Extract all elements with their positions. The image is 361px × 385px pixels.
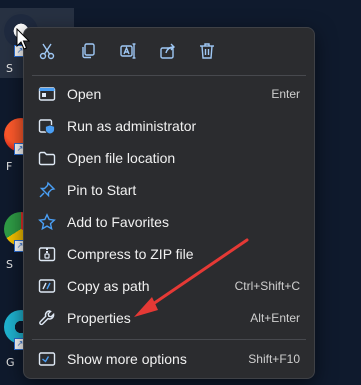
star-icon [38,213,56,231]
cut-button[interactable] [33,37,61,65]
share-icon [160,43,175,59]
mouse-cursor-icon [16,28,31,50]
wrench-icon [38,309,56,327]
zip-icon [38,245,56,263]
copy-button[interactable] [74,37,102,65]
menu-item-open-file-location[interactable]: Open file location [28,143,310,173]
context-menu: Open Enter Run as administrator Open fil… [23,27,315,379]
menu-item-label: Run as administrator [67,118,197,134]
menu-item-label: Pin to Start [67,182,137,198]
delete-button[interactable] [193,37,221,65]
desktop-icon-label: S [6,258,13,271]
more-options-icon [38,350,56,368]
toolbar-divider [32,75,306,76]
menu-item-add-to-favorites[interactable]: Add to Favorites [28,207,310,237]
menu-divider [32,339,306,340]
menu-item-open[interactable]: Open Enter [28,79,310,109]
menu-item-shortcut: Enter [271,87,300,101]
context-menu-toolbar [24,28,314,74]
pin-icon [38,181,56,199]
menu-item-shortcut: Ctrl+Shift+C [234,279,300,293]
menu-item-properties[interactable]: Properties Alt+Enter [28,303,310,333]
desktop-icon-label: F [6,160,13,173]
folder-icon [38,149,56,167]
menu-item-copy-as-path[interactable]: Copy as path Ctrl+Shift+C [28,271,310,301]
menu-item-shortcut: Alt+Enter [250,311,300,325]
copy-path-icon [38,277,56,295]
menu-item-shortcut: Shift+F10 [248,352,300,366]
menu-item-label: Properties [67,310,131,326]
rename-icon [120,43,136,59]
menu-item-label: Open file location [67,150,176,166]
menu-item-label: Add to Favorites [67,214,169,230]
menu-item-pin-to-start[interactable]: Pin to Start [28,175,310,205]
desktop-icon-label: G [6,356,15,369]
copy-icon [82,43,95,59]
menu-item-show-more-options[interactable]: Show more options Shift+F10 [28,344,310,374]
menu-item-label: Show more options [67,351,187,367]
menu-item-compress-to-zip[interactable]: Compress to ZIP file [28,239,310,269]
delete-icon [200,43,214,59]
rename-button[interactable] [114,37,142,65]
share-button[interactable] [154,37,182,65]
menu-item-label: Copy as path [67,278,150,294]
menu-item-label: Open [67,86,102,102]
menu-item-label: Compress to ZIP file [67,246,194,262]
desktop-icon-label: S [6,62,13,75]
cut-icon [39,43,55,60]
shield-icon [38,117,56,135]
menu-item-run-as-administrator[interactable]: Run as administrator [28,111,310,141]
open-window-icon [38,85,56,103]
